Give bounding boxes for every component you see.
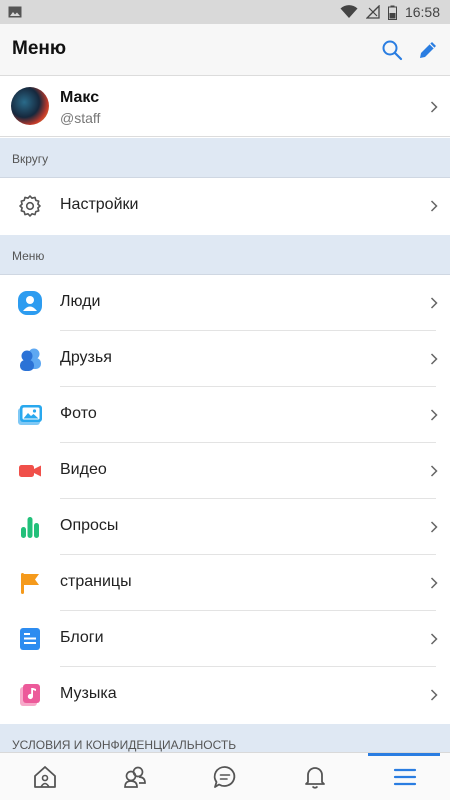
menu-item-label: Фото <box>60 405 97 422</box>
messages-icon <box>213 766 236 788</box>
menu-item-polls[interactable]: Опросы <box>0 499 450 555</box>
menu-item-label: Блоги <box>60 629 104 646</box>
nav-friends[interactable] <box>90 753 180 800</box>
people-icon <box>18 291 42 315</box>
settings-label: Настройки <box>60 196 139 213</box>
video-icon <box>19 465 41 477</box>
chevron-right-icon <box>430 465 438 477</box>
menu-item-label: Музыка <box>60 685 117 702</box>
page-title: Меню <box>12 38 67 59</box>
chevron-right-icon <box>430 353 438 365</box>
menu-icon <box>393 768 417 786</box>
menu-item-label: Люди <box>60 293 101 310</box>
menu-item-video[interactable]: Видео <box>0 443 450 499</box>
nav-notifications[interactable] <box>270 753 360 800</box>
search-button[interactable] <box>378 36 406 64</box>
menu-item-pages[interactable]: страницы <box>0 555 450 611</box>
chevron-right-icon <box>430 200 438 212</box>
section-label: Вкругу <box>12 152 49 166</box>
app-bar: Меню <box>0 24 450 76</box>
chevron-right-icon <box>430 521 438 533</box>
polls-icon <box>21 517 39 538</box>
signal-icon <box>365 5 380 19</box>
status-time: 16:58 <box>404 4 440 20</box>
menu-item-label: Видео <box>60 461 107 478</box>
chevron-right-icon <box>430 577 438 589</box>
profile-row[interactable]: Макс @staff <box>0 77 450 137</box>
chevron-right-icon <box>430 100 438 113</box>
chevron-right-icon <box>430 297 438 309</box>
menu-item-label: страницы <box>60 573 132 590</box>
profile-name: Макс <box>60 89 100 106</box>
chevron-right-icon <box>430 409 438 421</box>
profile-handle: @staff <box>60 110 101 126</box>
avatar <box>11 87 49 125</box>
menu-item-friends[interactable]: Друзья <box>0 331 450 387</box>
nav-home[interactable] <box>0 753 90 800</box>
settings-row[interactable]: Настройки <box>0 178 450 234</box>
menu-item-label: Опросы <box>60 517 119 534</box>
photo-icon <box>18 405 42 425</box>
status-bar: 16:58 <box>0 0 450 24</box>
section-label: УСЛОВИЯ И КОНФИДЕНЦИАЛЬНОСТЬ <box>12 738 237 752</box>
friends-icon <box>124 766 146 788</box>
gear-icon <box>19 195 41 217</box>
nav-messages[interactable] <box>180 753 270 800</box>
image-notification-icon <box>8 6 22 18</box>
friends-icon <box>20 348 41 371</box>
flag-icon <box>21 573 39 594</box>
battery-icon <box>387 5 397 20</box>
section-label: Меню <box>12 249 45 263</box>
chevron-right-icon <box>430 633 438 645</box>
music-icon <box>20 684 40 706</box>
menu-item-blogs[interactable]: Блоги <box>0 611 450 667</box>
compose-button[interactable] <box>414 36 442 64</box>
home-icon <box>34 766 56 788</box>
menu-item-music[interactable]: Музыка <box>0 667 450 723</box>
wifi-icon <box>340 5 358 18</box>
menu-item-people[interactable]: Люди <box>0 275 450 331</box>
notifications-icon <box>305 767 325 789</box>
section-header-menu: Меню <box>0 235 450 275</box>
section-header-nearby: Вкругу <box>0 138 450 178</box>
chevron-right-icon <box>430 689 438 701</box>
nav-menu[interactable] <box>360 753 450 800</box>
menu-item-label: Друзья <box>60 349 112 366</box>
menu-item-photo[interactable]: Фото <box>0 387 450 443</box>
pencil-icon <box>420 42 436 58</box>
blog-icon <box>20 628 40 650</box>
search-icon <box>382 40 403 61</box>
bottom-navigation <box>0 752 450 800</box>
